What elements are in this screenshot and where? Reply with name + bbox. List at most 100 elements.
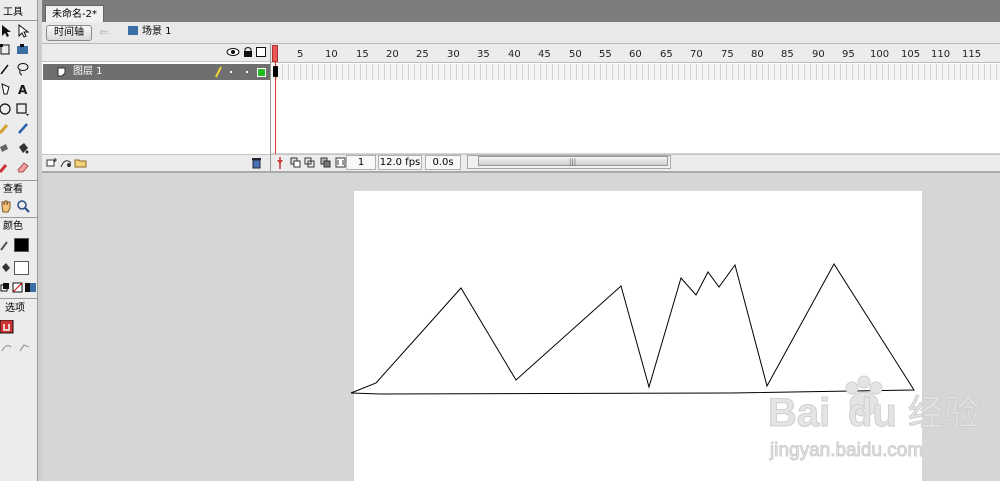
fill-color-bucket-icon — [2, 263, 10, 272]
elapsed-time-field: 0.0s — [425, 155, 461, 170]
paint-bucket-icon[interactable] — [16, 141, 30, 155]
rectangle-icon[interactable] — [16, 102, 30, 116]
ruler-number: 80 — [751, 49, 764, 60]
add-motion-guide-icon[interactable] — [60, 157, 72, 169]
stroke-color-pencil-icon — [0, 241, 8, 251]
brush-icon[interactable] — [16, 121, 30, 135]
line-icon[interactable] — [0, 62, 14, 76]
onion-skin-outlines-icon[interactable] — [304, 157, 315, 168]
pencil-edit-icon — [215, 66, 222, 78]
ruler-number: 45 — [538, 49, 551, 60]
ruler-number: 70 — [690, 49, 703, 60]
ruler-number: 90 — [812, 49, 825, 60]
text-icon[interactable]: A — [16, 82, 30, 96]
layer-outline-swatch[interactable] — [257, 68, 266, 77]
layers-footer — [42, 154, 270, 171]
document-tab[interactable]: 未命名-2* — [45, 5, 104, 23]
lock-icon[interactable] — [243, 46, 253, 58]
ruler-number: 65 — [660, 49, 673, 60]
center-frame-icon[interactable] — [276, 157, 284, 169]
current-frame-field[interactable]: 1 — [346, 155, 376, 170]
free-transform-icon[interactable] — [0, 43, 14, 57]
ruler-number: 20 — [386, 49, 399, 60]
svg-text:Bai: Bai — [768, 391, 830, 435]
swap-colors-icon[interactable] — [24, 281, 38, 295]
fill-color-swatch[interactable] — [14, 261, 29, 275]
layer-frame-row[interactable] — [271, 64, 1000, 80]
ruler-number: 15 — [356, 49, 369, 60]
arrow-icon[interactable] — [0, 24, 14, 38]
divider — [0, 217, 37, 218]
frame-ruler[interactable]: 5 10 15 20 25 30 35 40 45 50 55 60 65 70… — [271, 44, 1000, 63]
visibility-dot[interactable] — [230, 71, 232, 73]
ruler-number: 30 — [447, 49, 460, 60]
ruler-number: 110 — [931, 49, 951, 60]
layer-icon — [57, 67, 66, 77]
lasso-icon[interactable] — [16, 62, 30, 76]
back-arrow-icon[interactable]: ⇐ — [99, 25, 113, 39]
ruler-number: 25 — [416, 49, 429, 60]
ruler-number: 85 — [781, 49, 794, 60]
baidu-jingyan-watermark: Bai du 经验 jingyan.baidu.com — [768, 375, 981, 462]
lock-dot[interactable] — [246, 71, 248, 73]
scene-breadcrumb[interactable]: 场景 1 — [128, 25, 172, 39]
subselect-icon[interactable] — [16, 24, 30, 38]
layer-row[interactable]: 图层 1 — [43, 64, 270, 80]
oval-icon[interactable] — [0, 102, 14, 116]
ruler-number: 35 — [477, 49, 490, 60]
ruler-number: 105 — [901, 49, 921, 60]
onion-skin-icon[interactable] — [290, 157, 301, 168]
outline-toggle-icon[interactable] — [256, 47, 266, 57]
ruler-number: 75 — [721, 49, 734, 60]
frame-rate-field[interactable]: 12.0 fps — [378, 155, 422, 170]
ruler-number: 100 — [870, 49, 890, 60]
divider — [0, 20, 37, 21]
stroke-color-swatch[interactable] — [14, 238, 29, 252]
panel-divider[interactable] — [42, 171, 1000, 173]
colors-header: 颜色 — [3, 221, 23, 232]
timeline-toggle-button[interactable]: 时间轴 — [46, 25, 92, 41]
ruler-number: 115 — [962, 49, 982, 60]
ruler-number: 50 — [569, 49, 582, 60]
ruler-number: 60 — [629, 49, 642, 60]
gradient-transform-icon[interactable] — [16, 43, 30, 57]
svg-text:A: A — [18, 83, 28, 96]
options-header: 选项 — [5, 303, 25, 314]
document-tab-strip — [42, 0, 1000, 22]
ruler-number: 10 — [325, 49, 338, 60]
hand-icon[interactable] — [0, 199, 14, 213]
svg-text:经验: 经验 — [908, 393, 980, 434]
pen-icon[interactable] — [0, 82, 14, 96]
eyedropper-icon[interactable] — [0, 160, 14, 174]
trash-icon[interactable] — [251, 157, 262, 169]
scene-icon — [128, 26, 138, 35]
grip-icon: ||| — [569, 158, 577, 166]
pencil-icon[interactable] — [0, 121, 14, 135]
straighten-icon[interactable] — [18, 341, 32, 355]
snap-to-objects-icon[interactable] — [0, 320, 14, 334]
keyframe[interactable] — [273, 66, 278, 77]
smooth-icon[interactable] — [0, 341, 14, 355]
scene-label: 场景 1 — [142, 26, 172, 37]
ink-bottle-icon[interactable] — [0, 141, 14, 155]
svg-text:jingyan.baidu.com: jingyan.baidu.com — [769, 440, 923, 461]
modify-onion-markers-icon[interactable] — [335, 157, 346, 168]
svg-text:du: du — [848, 391, 897, 435]
scrollbar-thumb[interactable]: ||| — [478, 156, 668, 166]
tools-header: 工具 — [3, 7, 23, 18]
timeline-header-bar — [42, 22, 1000, 44]
ruler-number: 40 — [508, 49, 521, 60]
zoom-icon[interactable] — [16, 199, 30, 213]
playhead[interactable] — [272, 45, 278, 62]
eraser-icon[interactable] — [16, 160, 30, 174]
add-layer-icon[interactable] — [46, 157, 58, 169]
add-folder-icon[interactable] — [74, 157, 88, 169]
divider — [0, 298, 37, 299]
edit-multiple-frames-icon[interactable] — [320, 157, 331, 168]
ruler-number: 5 — [297, 49, 304, 60]
view-header: 查看 — [3, 184, 23, 195]
ruler-number: 55 — [599, 49, 612, 60]
divider — [0, 180, 37, 181]
tools-panel: 工具 A 查看 颜色 选项 — [0, 0, 38, 481]
eye-icon[interactable] — [226, 47, 240, 57]
